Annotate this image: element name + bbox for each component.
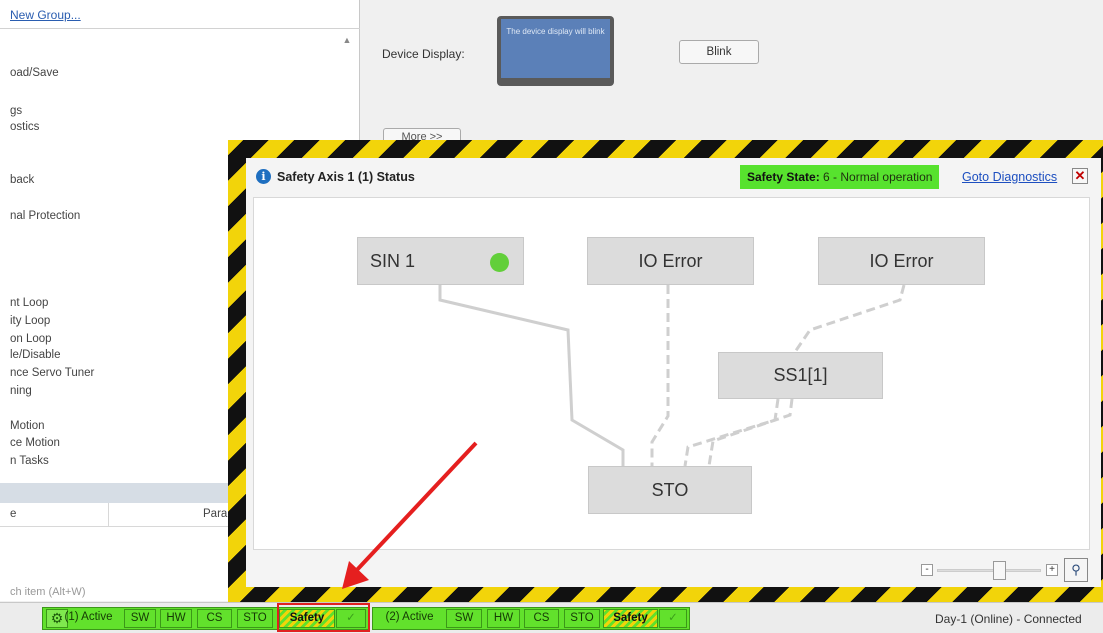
axis1-hw-indicator[interactable]: HW bbox=[160, 609, 192, 628]
zoom-fit-icon[interactable]: ⚲ bbox=[1064, 558, 1088, 582]
connector-sin1-sto bbox=[438, 285, 625, 466]
annotation-arrow-head bbox=[342, 561, 369, 589]
axis1-sw-indicator[interactable]: SW bbox=[124, 609, 156, 628]
node-sto[interactable]: STO bbox=[588, 466, 752, 514]
connection-status: Day-1 (Online) - Connected bbox=[935, 612, 1082, 626]
connector-ss1-sto-a bbox=[683, 398, 780, 467]
node-io-error-2[interactable]: IO Error bbox=[818, 237, 985, 285]
node-io-error-1[interactable]: IO Error bbox=[587, 237, 754, 285]
axis2-check-icon: ✓ bbox=[659, 609, 687, 628]
axis1-active-status[interactable]: (1) Active bbox=[55, 609, 122, 628]
diagram-connectors bbox=[342, 284, 906, 589]
axis2-hw-indicator[interactable]: HW bbox=[487, 609, 520, 628]
connector-ss1-sto-b bbox=[707, 398, 794, 467]
axis2-safety-indicator[interactable]: Safety bbox=[603, 609, 658, 628]
zoom-slider-thumb[interactable] bbox=[993, 561, 1007, 580]
annotation-arrow-shaft bbox=[353, 441, 478, 574]
connector-ioerror1-sto bbox=[650, 285, 670, 466]
node-ss1[interactable]: SS1[1] bbox=[718, 352, 883, 399]
axis1-cs-indicator[interactable]: CS bbox=[197, 609, 232, 628]
axis2-sw-indicator[interactable]: SW bbox=[446, 609, 482, 628]
connector-ioerror2-ss1 bbox=[793, 284, 906, 353]
axis2-sto-indicator[interactable]: STO bbox=[564, 609, 600, 628]
zoom-in-button[interactable]: + bbox=[1046, 564, 1058, 576]
node-sin1-label: SIN 1 bbox=[370, 251, 416, 271]
zoom-out-button[interactable]: - bbox=[921, 564, 933, 576]
annotation-arrow bbox=[342, 441, 478, 589]
status-led-icon bbox=[490, 253, 509, 272]
zoom-slider-track[interactable] bbox=[937, 569, 1041, 572]
axis1-sto-indicator[interactable]: STO bbox=[237, 609, 273, 628]
axis2-active-status[interactable]: (2) Active bbox=[376, 609, 443, 628]
axis2-cs-indicator[interactable]: CS bbox=[524, 609, 559, 628]
safety-indicator-highlight-box bbox=[277, 603, 370, 632]
